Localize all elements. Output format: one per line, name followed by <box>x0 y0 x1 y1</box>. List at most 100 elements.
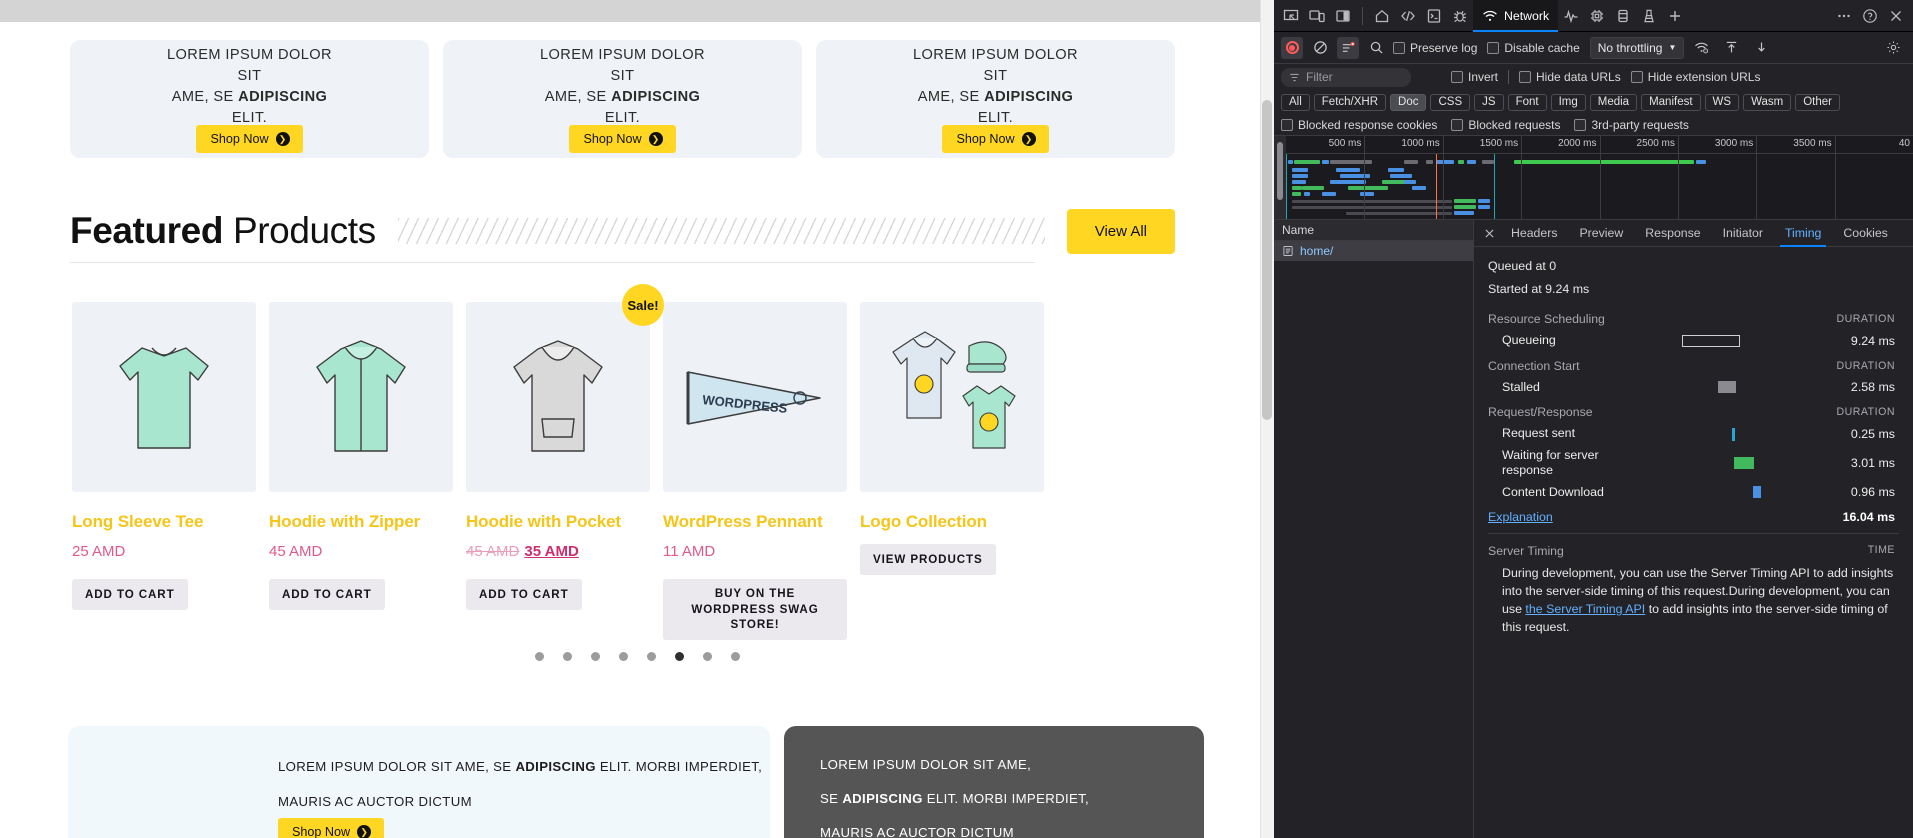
hero-card-3[interactable]: LOREM IPSUM DOLOR SIT AME, SE ADIPISCING… <box>816 40 1175 158</box>
overview-scroll-thumb[interactable] <box>1277 142 1283 200</box>
add-to-cart-button[interactable]: ADD TO CART <box>72 579 188 610</box>
carousel-dot[interactable] <box>647 652 656 661</box>
product-card[interactable]: WORDPRESS WordPress Pennant 11 AMD BUY O… <box>663 302 847 640</box>
carousel-dot[interactable] <box>591 652 600 661</box>
page-scrollbar-thumb[interactable] <box>1262 100 1272 420</box>
server-timing-api-link[interactable]: the Server Timing API <box>1525 602 1645 616</box>
product-card[interactable]: Sale! Hoodie with Pocket 45 AMD35 AMD AD… <box>466 302 650 640</box>
type-filter-css[interactable]: CSS <box>1430 94 1470 111</box>
close-icon[interactable] <box>1883 3 1909 29</box>
checkbox-3rd-party-requests[interactable]: 3rd-party requests <box>1574 118 1688 132</box>
type-filter-ws[interactable]: WS <box>1705 94 1740 111</box>
detail-tab-preview[interactable]: Preview <box>1568 220 1634 247</box>
preserve-log-checkbox[interactable]: Preserve log <box>1393 41 1477 55</box>
hero-card-1[interactable]: LOREM IPSUM DOLOR SIT AME, SE ADIPISCING… <box>70 40 429 158</box>
type-filter-doc[interactable]: Doc <box>1390 94 1426 111</box>
hero-card-3-shop-now-button[interactable]: Shop Now ❯ <box>942 125 1048 153</box>
carousel-dot[interactable] <box>703 652 712 661</box>
add-tool-icon[interactable] <box>1662 3 1688 29</box>
promo-light-shop-now-button[interactable]: Shop Now ❯ <box>278 818 384 838</box>
carousel-dot-active[interactable] <box>675 652 684 661</box>
record-icon[interactable] <box>1281 37 1303 59</box>
search-input[interactable]: Filter <box>1281 68 1411 87</box>
view-all-button[interactable]: View All <box>1067 209 1175 254</box>
help-icon[interactable] <box>1857 3 1883 29</box>
har-upload-icon[interactable] <box>1718 35 1744 61</box>
detail-tab-cookies[interactable]: Cookies <box>1832 220 1898 247</box>
type-filter-all[interactable]: All <box>1281 94 1310 111</box>
carousel-dot[interactable] <box>731 652 740 661</box>
disable-cache-checkbox[interactable]: Disable cache <box>1487 41 1579 55</box>
type-filter-manifest[interactable]: Manifest <box>1641 94 1700 111</box>
carousel-dot[interactable] <box>535 652 544 661</box>
more-icon[interactable] <box>1831 3 1857 29</box>
overview-waterfall[interactable]: 500 ms1000 ms1500 ms2000 ms2500 ms3000 m… <box>1286 136 1913 219</box>
hero-card-2[interactable]: LOREM IPSUM DOLOR SIT AME, SE ADIPISCING… <box>443 40 802 158</box>
throttling-dropdown[interactable]: No throttling ▼ <box>1590 37 1685 59</box>
product-image[interactable] <box>269 302 453 492</box>
inspector-picker-icon[interactable] <box>1278 3 1304 29</box>
debugger-icon[interactable] <box>1447 3 1473 29</box>
product-name[interactable]: Long Sleeve Tee <box>72 512 256 532</box>
add-to-cart-button[interactable]: ADD TO CART <box>269 579 385 610</box>
type-filter-fetch-xhr[interactable]: Fetch/XHR <box>1314 94 1386 111</box>
hide-data-urls-checkbox[interactable]: Hide data URLs <box>1519 70 1621 84</box>
hide-extension-urls-checkbox[interactable]: Hide extension URLs <box>1631 70 1761 84</box>
accessibility-icon[interactable] <box>1636 3 1662 29</box>
checkbox-blocked-response-cookies[interactable]: Blocked response cookies <box>1281 118 1437 132</box>
add-to-cart-button[interactable]: ADD TO CART <box>466 579 582 610</box>
performance-icon[interactable] <box>1558 3 1584 29</box>
hero-card-1-shop-now-label: Shop Now <box>210 132 268 146</box>
type-filter-img[interactable]: Img <box>1551 94 1586 111</box>
hero-card-2-shop-now-button[interactable]: Shop Now ❯ <box>569 125 675 153</box>
product-card[interactable]: Logo Collection VIEW PRODUCTS <box>860 302 1044 640</box>
page-scrollbar-track[interactable] <box>1260 0 1274 838</box>
code-icon[interactable] <box>1395 3 1421 29</box>
product-image[interactable] <box>72 302 256 492</box>
block-requests-icon[interactable] <box>1337 37 1359 59</box>
search-icon[interactable] <box>1363 35 1389 61</box>
request-row-home[interactable]: home/ <box>1274 241 1473 261</box>
tab-network[interactable]: Network <box>1473 0 1558 32</box>
carousel-dot[interactable] <box>563 652 572 661</box>
settings-gear-icon[interactable] <box>1880 35 1906 61</box>
clear-icon[interactable] <box>1307 35 1333 61</box>
checkbox-blocked-requests[interactable]: Blocked requests <box>1451 118 1560 132</box>
product-card[interactable]: Hoodie with Zipper 45 AMD ADD TO CART <box>269 302 453 640</box>
type-filter-media[interactable]: Media <box>1590 94 1637 111</box>
detail-tab-response[interactable]: Response <box>1634 220 1711 247</box>
type-filter-other[interactable]: Other <box>1795 94 1840 111</box>
view-products-button[interactable]: VIEW PRODUCTS <box>860 544 996 575</box>
buy-on-swag-store-button[interactable]: BUY ON THE WORDPRESS SWAG STORE! <box>663 579 847 640</box>
product-name[interactable]: Hoodie with Zipper <box>269 512 453 532</box>
memory-icon[interactable] <box>1584 3 1610 29</box>
close-details-icon[interactable] <box>1478 220 1500 247</box>
type-filter-js[interactable]: JS <box>1474 94 1503 111</box>
storage-icon[interactable] <box>1610 3 1636 29</box>
har-download-icon[interactable] <box>1748 35 1774 61</box>
detail-tab-headers[interactable]: Headers <box>1500 220 1568 247</box>
product-name[interactable]: Logo Collection <box>860 512 1044 532</box>
hero-card-1-shop-now-button[interactable]: Shop Now ❯ <box>196 125 302 153</box>
detail-tab-initiator[interactable]: Initiator <box>1712 220 1774 247</box>
throttle-wifi-icon[interactable] <box>1688 35 1714 61</box>
responsive-design-icon[interactable] <box>1304 3 1330 29</box>
product-image[interactable] <box>466 302 650 492</box>
dock-panel-icon[interactable] <box>1330 3 1356 29</box>
request-list-header[interactable]: Name <box>1274 220 1473 241</box>
product-card[interactable]: Long Sleeve Tee 25 AMD ADD TO CART <box>72 302 256 640</box>
product-name[interactable]: Hoodie with Pocket <box>466 512 650 532</box>
carousel-dot[interactable] <box>619 652 628 661</box>
detail-tab-timing[interactable]: Timing <box>1774 220 1832 247</box>
overview-gutter[interactable] <box>1274 136 1286 219</box>
type-filter-wasm[interactable]: Wasm <box>1743 94 1791 111</box>
product-image[interactable] <box>860 302 1044 492</box>
home-icon[interactable] <box>1369 3 1395 29</box>
invert-checkbox[interactable]: Invert <box>1451 70 1498 84</box>
console-icon[interactable] <box>1421 3 1447 29</box>
product-image[interactable]: WORDPRESS <box>663 302 847 492</box>
type-filter-font[interactable]: Font <box>1508 94 1547 111</box>
carousel-pagination[interactable] <box>0 652 1274 661</box>
product-name[interactable]: WordPress Pennant <box>663 512 847 532</box>
explanation-link[interactable]: Explanation <box>1488 510 1553 524</box>
